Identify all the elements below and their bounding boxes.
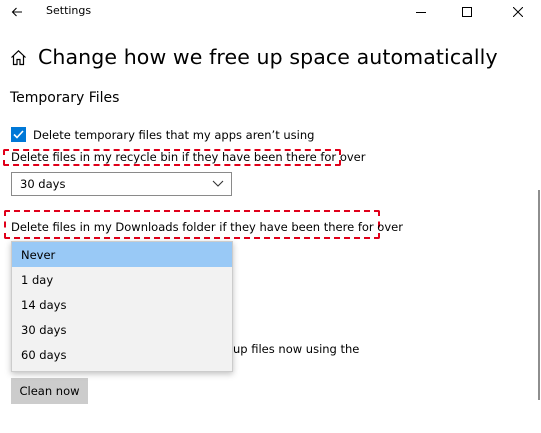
downloads-label: Delete files in my Downloads folder if t… bbox=[11, 220, 403, 234]
delete-temp-files-row[interactable]: Delete temporary files that my apps aren… bbox=[11, 127, 314, 142]
home-button[interactable] bbox=[10, 48, 28, 66]
close-icon bbox=[513, 7, 523, 17]
page-title: Change how we free up space automaticall… bbox=[38, 45, 498, 69]
page-header: Change how we free up space automaticall… bbox=[10, 42, 498, 72]
close-button[interactable] bbox=[495, 0, 541, 24]
checkmark-icon bbox=[13, 130, 24, 139]
chevron-down-icon bbox=[212, 180, 224, 187]
arrow-left-icon bbox=[11, 7, 22, 17]
delete-temp-files-label: Delete temporary files that my apps aren… bbox=[33, 127, 315, 142]
dropdown-option-14-days[interactable]: 14 days bbox=[12, 292, 232, 317]
maximize-button[interactable] bbox=[444, 0, 490, 24]
dropdown-option-never[interactable]: Never bbox=[12, 242, 232, 268]
window-title: Settings bbox=[46, 4, 92, 17]
section-heading-temporary-files: Temporary Files bbox=[10, 90, 120, 106]
recycle-bin-label: Delete files in my recycle bin if they h… bbox=[11, 150, 366, 164]
title-bar: Settings bbox=[0, 0, 541, 24]
maximize-icon bbox=[462, 7, 472, 17]
recycle-bin-selected-value: 30 days bbox=[20, 177, 66, 191]
minimize-button[interactable] bbox=[398, 0, 444, 24]
minimize-icon bbox=[416, 12, 426, 13]
home-icon bbox=[11, 49, 26, 65]
downloads-duration-dropdown: Never 1 day 14 days 30 days 60 days bbox=[11, 241, 233, 372]
dropdown-option-30-days[interactable]: 30 days bbox=[12, 318, 232, 343]
delete-temp-files-checkbox[interactable] bbox=[11, 127, 26, 142]
back-button[interactable] bbox=[6, 2, 28, 22]
clean-now-button[interactable]: Clean now bbox=[11, 378, 88, 404]
dropdown-option-1-day[interactable]: 1 day bbox=[12, 267, 232, 292]
vertical-scrollbar[interactable] bbox=[538, 190, 540, 400]
hidden-description-text: up files now using the bbox=[233, 342, 360, 356]
recycle-bin-duration-select[interactable]: 30 days bbox=[11, 172, 232, 196]
dropdown-option-60-days[interactable]: 60 days bbox=[12, 343, 232, 368]
